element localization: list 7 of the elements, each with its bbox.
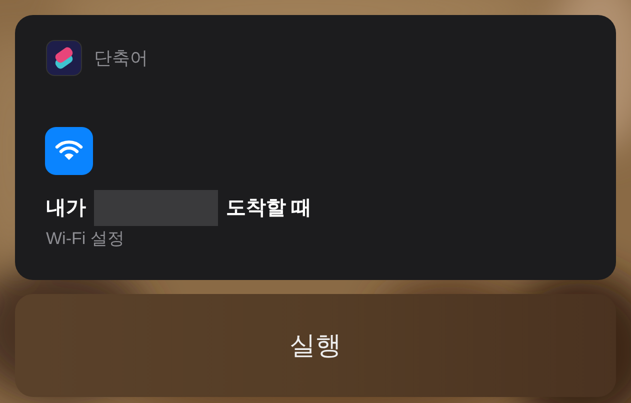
- app-icon: [46, 40, 82, 76]
- card-title: 내가: [46, 196, 86, 221]
- card-title: 도착할 때: [226, 196, 312, 221]
- app-name: 단축어: [94, 46, 148, 70]
- run-button[interactable]: 실행: [15, 294, 616, 397]
- card-subtitle: Wi-Fi 설정: [46, 228, 126, 250]
- wifi-icon: [45, 127, 93, 175]
